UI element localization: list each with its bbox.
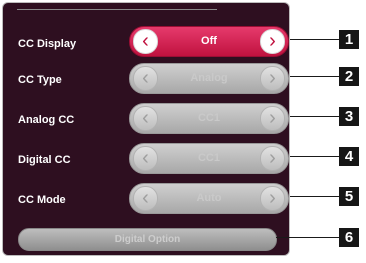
digital-option-button[interactable]: Digital Option (18, 228, 277, 251)
callout-leader-3 (290, 116, 339, 117)
chevron-right-icon[interactable]: › (260, 29, 285, 54)
chevron-left-icon[interactable]: ‹ (133, 146, 158, 171)
cc-mode-value: Auto (196, 192, 222, 204)
callout-leader-6 (276, 237, 339, 238)
callout-leader-5 (290, 196, 339, 197)
chevron-left-icon[interactable]: ‹ (133, 66, 158, 91)
chevron-left-icon[interactable]: ‹ (133, 106, 158, 131)
cc-type-value: Analog (190, 72, 228, 84)
cc-mode-selector[interactable]: ‹ Auto › (129, 183, 289, 214)
analog-cc-selector[interactable]: ‹ CC1 › (129, 103, 289, 134)
callout-badge-4: 4 (339, 147, 359, 166)
chevron-left-icon[interactable]: ‹ (133, 29, 158, 54)
callout-leader-4 (290, 156, 339, 157)
callout-badge-2: 2 (339, 67, 359, 86)
analog-cc-value: CC1 (197, 112, 220, 124)
cc-display-selector[interactable]: ‹ Off › (129, 26, 289, 57)
callout-badge-3: 3 (339, 107, 359, 126)
callout-badge-1: 1 (339, 30, 359, 49)
callout-leader-1 (290, 39, 339, 40)
cc-type-selector[interactable]: ‹ Analog › (129, 63, 289, 94)
callout-leader-2 (290, 76, 339, 77)
cc-mode-label: CC Mode (18, 194, 66, 206)
chevron-right-icon[interactable]: › (260, 106, 285, 131)
chevron-left-icon[interactable]: ‹ (133, 186, 158, 211)
chevron-right-icon[interactable]: › (260, 186, 285, 211)
cc-type-label: CC Type (18, 74, 62, 86)
digital-cc-label: Digital CC (18, 154, 71, 166)
callout-badge-5: 5 (339, 187, 359, 206)
digital-cc-selector[interactable]: ‹ CC1 › (129, 143, 289, 174)
cc-display-label: CC Display (18, 38, 77, 50)
cc-display-value: Off (201, 35, 217, 47)
chevron-right-icon[interactable]: › (260, 66, 285, 91)
chevron-right-icon[interactable]: › (260, 146, 285, 171)
callout-badge-6: 6 (339, 228, 359, 247)
digital-cc-value: CC1 (197, 152, 220, 164)
panel-top-rule (17, 9, 217, 10)
cc-settings-panel: CC Display ‹ Off › CC Type ‹ Analog › An… (2, 2, 290, 256)
analog-cc-label: Analog CC (18, 114, 75, 126)
